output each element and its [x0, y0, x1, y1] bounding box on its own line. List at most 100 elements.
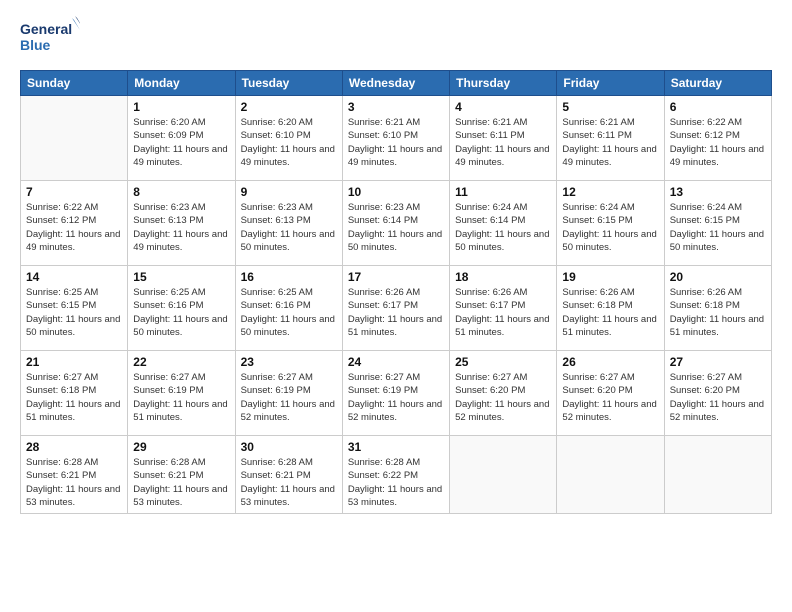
cell-info: Sunrise: 6:28 AMSunset: 6:21 PMDaylight:…	[241, 456, 337, 509]
empty-cell	[664, 436, 771, 514]
cell-info: Sunrise: 6:20 AMSunset: 6:09 PMDaylight:…	[133, 116, 229, 169]
day-number: 12	[562, 185, 658, 199]
day-number: 23	[241, 355, 337, 369]
cell-info: Sunrise: 6:21 AMSunset: 6:10 PMDaylight:…	[348, 116, 444, 169]
cell-info: Sunrise: 6:23 AMSunset: 6:14 PMDaylight:…	[348, 201, 444, 254]
day-header-wednesday: Wednesday	[342, 71, 449, 96]
day-number: 22	[133, 355, 229, 369]
day-number: 2	[241, 100, 337, 114]
day-cell-11: 11 Sunrise: 6:24 AMSunset: 6:14 PMDaylig…	[450, 181, 557, 266]
cell-info: Sunrise: 6:26 AMSunset: 6:18 PMDaylight:…	[670, 286, 766, 339]
day-cell-14: 14 Sunrise: 6:25 AMSunset: 6:15 PMDaylig…	[21, 266, 128, 351]
day-cell-20: 20 Sunrise: 6:26 AMSunset: 6:18 PMDaylig…	[664, 266, 771, 351]
cell-info: Sunrise: 6:27 AMSunset: 6:18 PMDaylight:…	[26, 371, 122, 424]
logo: General Blue	[20, 16, 80, 60]
svg-text:General: General	[20, 21, 72, 37]
cell-info: Sunrise: 6:20 AMSunset: 6:10 PMDaylight:…	[241, 116, 337, 169]
day-number: 31	[348, 440, 444, 454]
day-number: 15	[133, 270, 229, 284]
day-header-saturday: Saturday	[664, 71, 771, 96]
day-cell-4: 4 Sunrise: 6:21 AMSunset: 6:11 PMDayligh…	[450, 96, 557, 181]
cell-info: Sunrise: 6:25 AMSunset: 6:16 PMDaylight:…	[241, 286, 337, 339]
day-number: 24	[348, 355, 444, 369]
day-cell-7: 7 Sunrise: 6:22 AMSunset: 6:12 PMDayligh…	[21, 181, 128, 266]
day-cell-12: 12 Sunrise: 6:24 AMSunset: 6:15 PMDaylig…	[557, 181, 664, 266]
day-cell-23: 23 Sunrise: 6:27 AMSunset: 6:19 PMDaylig…	[235, 351, 342, 436]
day-cell-21: 21 Sunrise: 6:27 AMSunset: 6:18 PMDaylig…	[21, 351, 128, 436]
cell-info: Sunrise: 6:27 AMSunset: 6:20 PMDaylight:…	[455, 371, 551, 424]
day-cell-22: 22 Sunrise: 6:27 AMSunset: 6:19 PMDaylig…	[128, 351, 235, 436]
day-cell-26: 26 Sunrise: 6:27 AMSunset: 6:20 PMDaylig…	[557, 351, 664, 436]
day-number: 28	[26, 440, 122, 454]
day-cell-24: 24 Sunrise: 6:27 AMSunset: 6:19 PMDaylig…	[342, 351, 449, 436]
cell-info: Sunrise: 6:27 AMSunset: 6:19 PMDaylight:…	[348, 371, 444, 424]
day-cell-3: 3 Sunrise: 6:21 AMSunset: 6:10 PMDayligh…	[342, 96, 449, 181]
day-cell-15: 15 Sunrise: 6:25 AMSunset: 6:16 PMDaylig…	[128, 266, 235, 351]
day-number: 25	[455, 355, 551, 369]
empty-cell	[557, 436, 664, 514]
day-cell-19: 19 Sunrise: 6:26 AMSunset: 6:18 PMDaylig…	[557, 266, 664, 351]
cell-info: Sunrise: 6:22 AMSunset: 6:12 PMDaylight:…	[670, 116, 766, 169]
day-cell-17: 17 Sunrise: 6:26 AMSunset: 6:17 PMDaylig…	[342, 266, 449, 351]
day-cell-9: 9 Sunrise: 6:23 AMSunset: 6:13 PMDayligh…	[235, 181, 342, 266]
cell-info: Sunrise: 6:27 AMSunset: 6:19 PMDaylight:…	[133, 371, 229, 424]
cell-info: Sunrise: 6:26 AMSunset: 6:17 PMDaylight:…	[348, 286, 444, 339]
day-header-tuesday: Tuesday	[235, 71, 342, 96]
cell-info: Sunrise: 6:27 AMSunset: 6:19 PMDaylight:…	[241, 371, 337, 424]
day-number: 6	[670, 100, 766, 114]
day-number: 9	[241, 185, 337, 199]
day-number: 27	[670, 355, 766, 369]
day-number: 5	[562, 100, 658, 114]
cell-info: Sunrise: 6:22 AMSunset: 6:12 PMDaylight:…	[26, 201, 122, 254]
cell-info: Sunrise: 6:26 AMSunset: 6:18 PMDaylight:…	[562, 286, 658, 339]
day-number: 18	[455, 270, 551, 284]
cell-info: Sunrise: 6:23 AMSunset: 6:13 PMDaylight:…	[241, 201, 337, 254]
day-cell-31: 31 Sunrise: 6:28 AMSunset: 6:22 PMDaylig…	[342, 436, 449, 514]
empty-cell	[450, 436, 557, 514]
cell-info: Sunrise: 6:23 AMSunset: 6:13 PMDaylight:…	[133, 201, 229, 254]
day-number: 8	[133, 185, 229, 199]
cell-info: Sunrise: 6:28 AMSunset: 6:22 PMDaylight:…	[348, 456, 444, 509]
cell-info: Sunrise: 6:24 AMSunset: 6:14 PMDaylight:…	[455, 201, 551, 254]
day-number: 19	[562, 270, 658, 284]
svg-text:Blue: Blue	[20, 37, 51, 53]
day-number: 30	[241, 440, 337, 454]
day-cell-18: 18 Sunrise: 6:26 AMSunset: 6:17 PMDaylig…	[450, 266, 557, 351]
cell-info: Sunrise: 6:21 AMSunset: 6:11 PMDaylight:…	[455, 116, 551, 169]
day-number: 26	[562, 355, 658, 369]
day-number: 17	[348, 270, 444, 284]
day-header-friday: Friday	[557, 71, 664, 96]
day-cell-30: 30 Sunrise: 6:28 AMSunset: 6:21 PMDaylig…	[235, 436, 342, 514]
day-number: 7	[26, 185, 122, 199]
logo-svg: General Blue	[20, 16, 80, 60]
cell-info: Sunrise: 6:27 AMSunset: 6:20 PMDaylight:…	[562, 371, 658, 424]
cell-info: Sunrise: 6:27 AMSunset: 6:20 PMDaylight:…	[670, 371, 766, 424]
page: General Blue SundayMondayTuesdayWednesda…	[0, 0, 792, 612]
day-header-thursday: Thursday	[450, 71, 557, 96]
cell-info: Sunrise: 6:28 AMSunset: 6:21 PMDaylight:…	[133, 456, 229, 509]
empty-cell	[21, 96, 128, 181]
cell-info: Sunrise: 6:24 AMSunset: 6:15 PMDaylight:…	[562, 201, 658, 254]
day-number: 13	[670, 185, 766, 199]
day-cell-28: 28 Sunrise: 6:28 AMSunset: 6:21 PMDaylig…	[21, 436, 128, 514]
day-cell-6: 6 Sunrise: 6:22 AMSunset: 6:12 PMDayligh…	[664, 96, 771, 181]
day-cell-25: 25 Sunrise: 6:27 AMSunset: 6:20 PMDaylig…	[450, 351, 557, 436]
day-number: 4	[455, 100, 551, 114]
day-number: 14	[26, 270, 122, 284]
day-cell-10: 10 Sunrise: 6:23 AMSunset: 6:14 PMDaylig…	[342, 181, 449, 266]
day-number: 21	[26, 355, 122, 369]
day-cell-29: 29 Sunrise: 6:28 AMSunset: 6:21 PMDaylig…	[128, 436, 235, 514]
calendar-table: SundayMondayTuesdayWednesdayThursdayFrid…	[20, 70, 772, 514]
day-number: 29	[133, 440, 229, 454]
day-cell-16: 16 Sunrise: 6:25 AMSunset: 6:16 PMDaylig…	[235, 266, 342, 351]
day-cell-2: 2 Sunrise: 6:20 AMSunset: 6:10 PMDayligh…	[235, 96, 342, 181]
day-cell-8: 8 Sunrise: 6:23 AMSunset: 6:13 PMDayligh…	[128, 181, 235, 266]
day-number: 20	[670, 270, 766, 284]
day-number: 16	[241, 270, 337, 284]
day-header-monday: Monday	[128, 71, 235, 96]
day-cell-27: 27 Sunrise: 6:27 AMSunset: 6:20 PMDaylig…	[664, 351, 771, 436]
header: General Blue	[20, 16, 772, 60]
day-number: 1	[133, 100, 229, 114]
cell-info: Sunrise: 6:24 AMSunset: 6:15 PMDaylight:…	[670, 201, 766, 254]
day-number: 3	[348, 100, 444, 114]
